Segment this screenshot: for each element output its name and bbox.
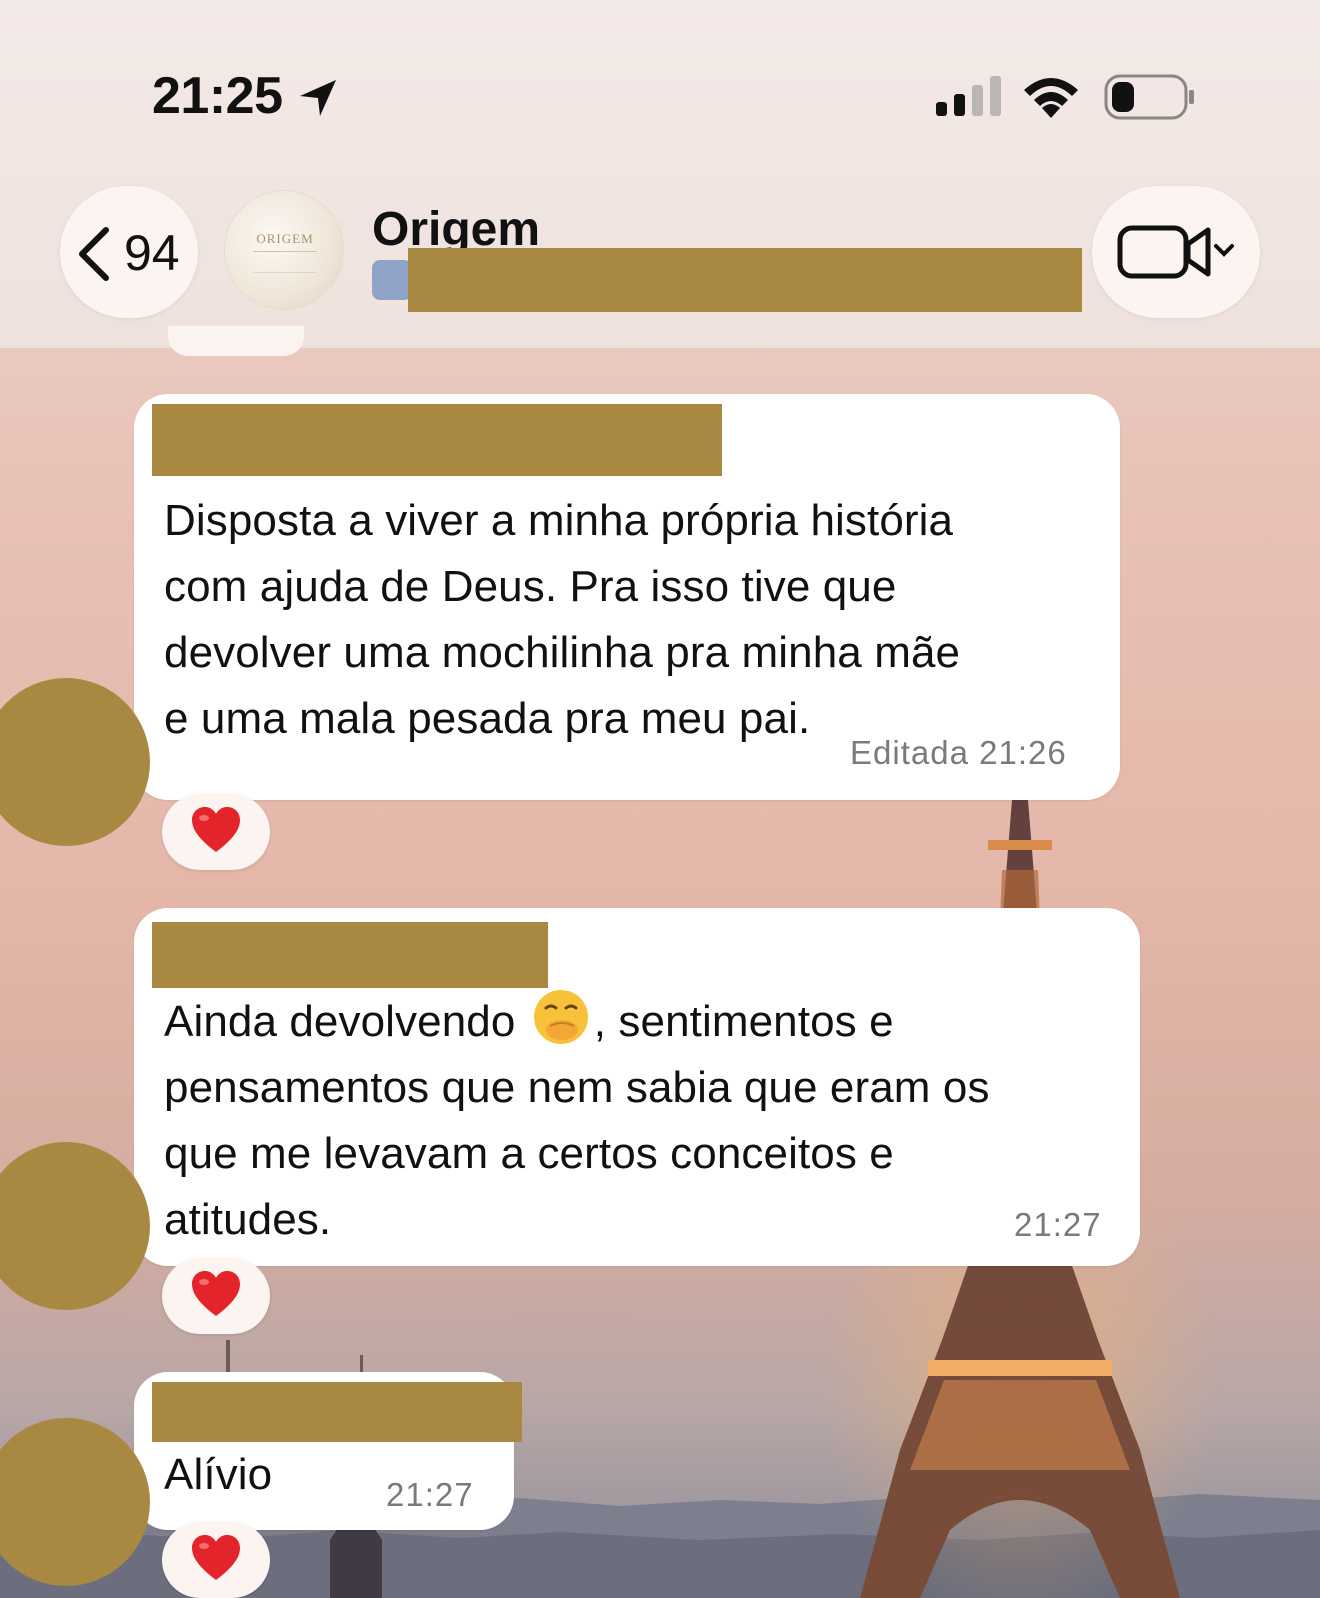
- group-avatar[interactable]: ORIGEM: [224, 190, 344, 310]
- cellular-signal-icon: [936, 76, 1001, 116]
- location-arrow-icon: [300, 80, 336, 116]
- message-meta: Editada 21:26: [850, 734, 1067, 772]
- chevron-left-icon: [79, 227, 109, 281]
- message-line: atitudes.: [164, 1195, 332, 1244]
- group-avatar-decoration: [253, 251, 317, 273]
- heart-icon: [192, 807, 240, 852]
- previous-reaction-pill: [168, 326, 304, 356]
- message-time: 21:26: [979, 734, 1067, 771]
- message-bubble[interactable]: Ainda devolvendo , sentimentos e pensame…: [134, 908, 1140, 1266]
- redacted-sender-name: [152, 1382, 522, 1442]
- video-camera-icon: [1117, 225, 1234, 279]
- message-line: devolver uma mochilinha pra minha mãe: [164, 628, 961, 677]
- message-bubble[interactable]: Disposta a viver a minha própria históri…: [134, 394, 1120, 800]
- heart-icon: [192, 1271, 240, 1316]
- video-call-button[interactable]: [1092, 186, 1260, 318]
- reaction-pill[interactable]: [162, 1522, 270, 1598]
- wifi-icon: [1024, 78, 1078, 118]
- edited-label: Editada: [850, 734, 969, 771]
- heart-icon: [192, 1535, 240, 1580]
- message-bubble[interactable]: Alívio 21:27: [134, 1372, 522, 1530]
- message-line: pensamentos que nem sabia que eram os: [164, 1063, 990, 1112]
- message-line: que me levavam a certos conceitos e: [164, 1129, 894, 1178]
- message-text: Alívio: [164, 1442, 272, 1508]
- reaction-pill[interactable]: [162, 1258, 270, 1334]
- chat-header: 21:25 94 ORIGEM Origem: [0, 0, 1320, 348]
- unread-count: 94: [124, 225, 180, 281]
- message-line: Alívio: [164, 1450, 273, 1499]
- message-time: 21:27: [386, 1476, 474, 1513]
- message-time: 21:27: [1014, 1206, 1102, 1243]
- group-avatar-logo-text: ORIGEM: [256, 231, 314, 246]
- message-text: Disposta a viver a minha própria históri…: [164, 488, 960, 752]
- face-with-hand-over-mouth-icon: [533, 990, 588, 1044]
- message-line-start: Ainda devolvendo: [164, 997, 516, 1046]
- message-line-end: , sentimentos e: [593, 997, 894, 1046]
- message-line: Disposta a viver a minha própria históri…: [164, 496, 954, 545]
- reaction-pill[interactable]: [162, 794, 270, 870]
- message-line: com ajuda de Deus. Pra isso tive que: [164, 562, 897, 611]
- redacted-participants: [408, 248, 1082, 312]
- group-people-icon: [372, 260, 412, 300]
- battery-icon: [1104, 74, 1194, 120]
- redacted-sender-name: [152, 404, 722, 476]
- message-line: e uma mala pesada pra meu pai.: [164, 694, 811, 743]
- redacted-sender-name: [152, 922, 548, 988]
- message-line: Ainda devolvendo , sentimentos e: [164, 988, 990, 1055]
- message-text: Ainda devolvendo , sentimentos e pensame…: [164, 988, 990, 1253]
- back-button[interactable]: 94: [60, 186, 198, 318]
- chevron-down-icon: [1214, 244, 1234, 257]
- status-bar-time: 21:25: [152, 67, 283, 125]
